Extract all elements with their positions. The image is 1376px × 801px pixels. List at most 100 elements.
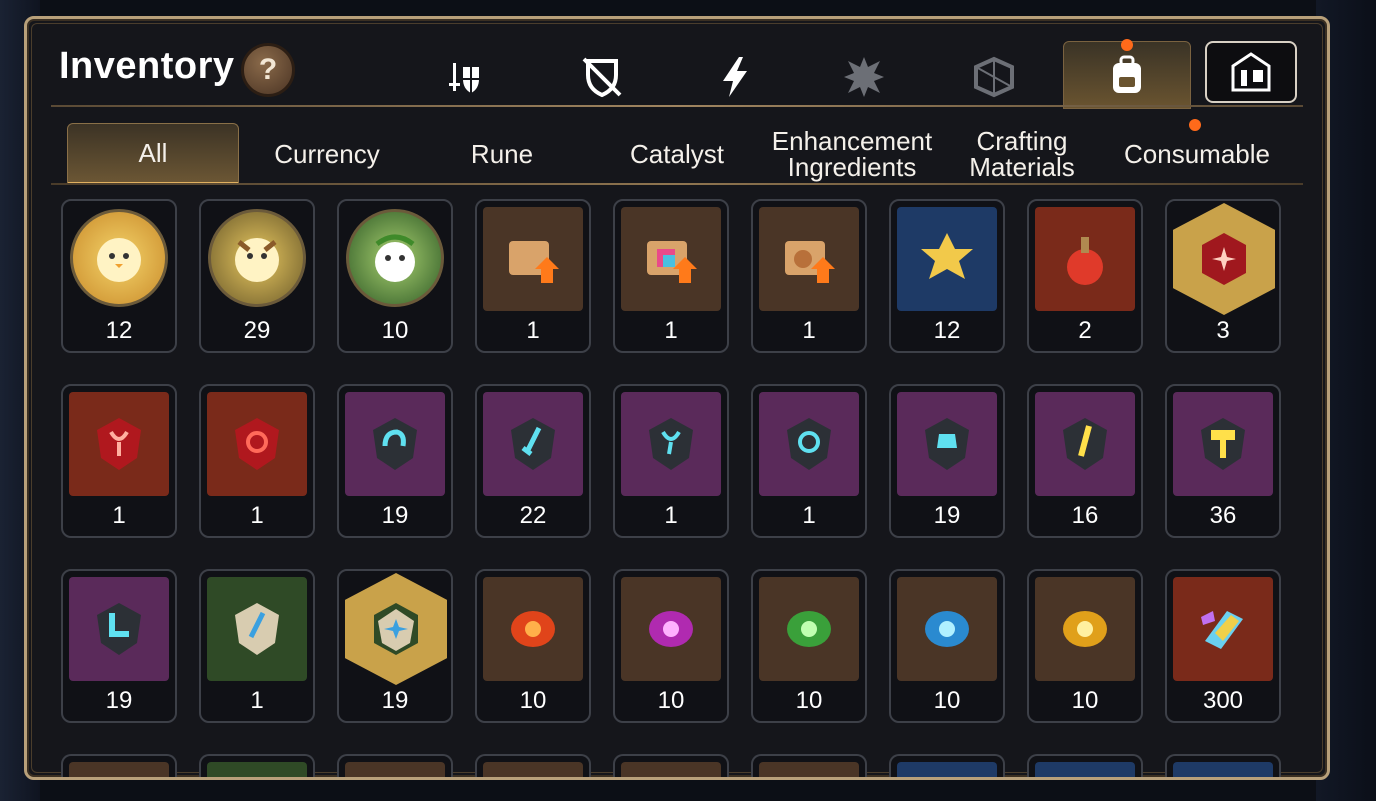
item-slot[interactable]: 19 <box>337 384 453 538</box>
item-slot[interactable]: 10 <box>1027 569 1143 723</box>
item-slot[interactable]: 1 <box>199 384 315 538</box>
item-slot[interactable]: 10 <box>337 199 453 353</box>
category-lightning[interactable] <box>703 45 767 109</box>
item-slot[interactable] <box>751 754 867 777</box>
item-slot[interactable] <box>61 754 177 777</box>
cyan-rune-armor-icon <box>897 392 997 496</box>
item-slot[interactable]: 16 <box>1027 384 1143 538</box>
category-crossed-shield[interactable] <box>570 45 634 109</box>
header-divider <box>51 105 1303 107</box>
red-rune-ring-icon <box>207 392 307 496</box>
lightning-icon <box>723 57 747 97</box>
cyan-rune-boot-icon <box>69 577 169 681</box>
tab-all[interactable]: All <box>67 123 239 185</box>
help-button[interactable]: ? <box>241 43 295 97</box>
item-slot[interactable] <box>1027 754 1143 777</box>
item-slot[interactable]: 1 <box>613 384 729 538</box>
category-sword-shield[interactable] <box>437 45 501 109</box>
item-slot[interactable]: 1 <box>751 384 867 538</box>
tab-crafting-materials[interactable]: Crafting Materials <box>952 123 1092 185</box>
tab-enhancement-ingredients[interactable]: Enhancement Ingredients <box>767 123 937 185</box>
category-cracked-cube[interactable] <box>962 45 1026 109</box>
item-slot[interactable]: 1 <box>475 199 591 353</box>
item-slot[interactable]: 12 <box>61 199 177 353</box>
item-slot[interactable]: 3 <box>1165 199 1281 353</box>
red-potion-icon <box>1035 207 1135 311</box>
item-quantity: 12 <box>105 317 133 344</box>
item-quantity: 10 <box>519 687 547 714</box>
item-slot[interactable]: 2 <box>1027 199 1143 353</box>
gold-orb-icon <box>1035 577 1135 681</box>
item-quantity: 22 <box>519 502 547 529</box>
item-slot[interactable] <box>889 754 1005 777</box>
cracked-cube-icon <box>974 56 1014 98</box>
golden-mascot-icon <box>70 209 168 307</box>
item-slot[interactable]: 12 <box>889 199 1005 353</box>
tab-consumable[interactable]: Consumable <box>1112 123 1282 185</box>
category-backpack[interactable] <box>1063 41 1191 109</box>
item-slot[interactable]: 1 <box>61 384 177 538</box>
item-quantity: 10 <box>795 687 823 714</box>
item-slot[interactable]: 10 <box>613 569 729 723</box>
filter-tabs: All Currency Rune Catalyst Enhancement I… <box>67 119 1303 185</box>
item-slot[interactable]: 22 <box>475 384 591 538</box>
tab-catalyst[interactable]: Catalyst <box>597 123 757 185</box>
item-quantity: 1 <box>250 687 264 714</box>
rainbow-crystal-icon <box>1173 577 1273 681</box>
category-notification-dot <box>1121 39 1133 51</box>
rainbow-scroll-icon <box>621 207 721 311</box>
item-slot[interactable]: 19 <box>889 384 1005 538</box>
ice-orb-icon <box>897 577 997 681</box>
item-quantity: 1 <box>250 502 264 529</box>
item-slot[interactable] <box>613 754 729 777</box>
item-slot[interactable] <box>475 754 591 777</box>
category-armory[interactable] <box>1205 41 1297 103</box>
item-slot[interactable]: 1 <box>751 199 867 353</box>
item-slot[interactable] <box>1165 754 1281 777</box>
item-slot[interactable] <box>199 754 315 777</box>
yellow-rune-staff-icon <box>1035 392 1135 496</box>
tab-rune[interactable]: Rune <box>427 123 577 185</box>
item-slot[interactable]: 19 <box>61 569 177 723</box>
cyan-rune-ring-icon <box>759 392 859 496</box>
tab-currency[interactable]: Currency <box>247 123 407 185</box>
hidden-item-icon <box>759 762 859 777</box>
cyan-rune-necklace-icon <box>621 392 721 496</box>
item-slot[interactable]: 1 <box>199 569 315 723</box>
item-slot[interactable]: 10 <box>889 569 1005 723</box>
item-quantity: 1 <box>664 502 678 529</box>
item-slot[interactable]: 36 <box>1165 384 1281 538</box>
inventory-panel: Inventory ? All Currency Rune Catalyst E… <box>24 16 1330 780</box>
item-slot[interactable]: 10 <box>475 569 591 723</box>
item-slot[interactable]: 10 <box>751 569 867 723</box>
backpack-icon <box>1113 55 1141 93</box>
item-quantity: 12 <box>933 317 961 344</box>
item-quantity: 19 <box>381 687 409 714</box>
hidden-item-icon <box>897 762 997 777</box>
item-quantity: 1 <box>664 317 678 344</box>
gold-crystal-cluster-icon <box>897 207 997 311</box>
item-quantity: 1 <box>112 502 126 529</box>
gold-scroll-icon <box>483 207 583 311</box>
item-slot[interactable]: 1 <box>613 199 729 353</box>
item-slot[interactable]: 19 <box>337 569 453 723</box>
cyan-rune-helmet-icon <box>345 392 445 496</box>
item-quantity: 19 <box>105 687 133 714</box>
fire-orb-icon <box>483 577 583 681</box>
item-quantity: 19 <box>933 502 961 529</box>
item-quantity: 2 <box>1078 317 1092 344</box>
item-slot[interactable]: 29 <box>199 199 315 353</box>
item-slot[interactable] <box>337 754 453 777</box>
item-quantity: 29 <box>243 317 271 344</box>
red-rune-necklace-icon <box>69 392 169 496</box>
item-quantity: 1 <box>802 317 816 344</box>
bag-scroll-icon <box>759 207 859 311</box>
green-mascot-icon <box>346 209 444 307</box>
item-quantity: 36 <box>1209 502 1237 529</box>
hidden-item-icon <box>69 762 169 777</box>
item-quantity: 1 <box>526 317 540 344</box>
item-quantity: 300 <box>1202 687 1244 714</box>
item-slot[interactable]: 300 <box>1165 569 1281 723</box>
category-spiky-creature[interactable] <box>832 45 896 109</box>
hidden-item-icon <box>1035 762 1135 777</box>
